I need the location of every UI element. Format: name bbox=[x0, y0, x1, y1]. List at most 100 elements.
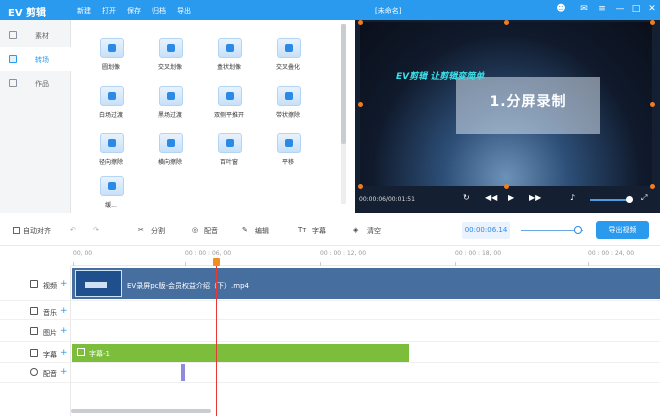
play-icon[interactable]: ▶ bbox=[508, 193, 514, 202]
left-nav: 素材 转场 作品 bbox=[0, 20, 71, 213]
menu-export[interactable]: 导出 bbox=[177, 6, 191, 16]
auto-align-checkbox[interactable] bbox=[13, 227, 20, 234]
transition-thumb-icon bbox=[277, 133, 301, 153]
transition-thumb-icon bbox=[218, 133, 242, 153]
subtitle-clip-icon bbox=[77, 348, 85, 356]
transition-thumb-icon bbox=[159, 38, 183, 58]
clear-button[interactable]: 清空 bbox=[367, 226, 381, 236]
transition-pan[interactable]: 平移 bbox=[258, 117, 318, 166]
menu-open[interactable]: 打开 bbox=[102, 6, 116, 16]
add-image-button[interactable]: + bbox=[60, 326, 68, 336]
prev-frame-icon[interactable]: ◀◀ bbox=[485, 193, 497, 202]
loop-icon[interactable]: ↻ bbox=[463, 193, 470, 202]
undo-icon[interactable]: ↶ bbox=[70, 226, 76, 234]
add-music-button[interactable]: + bbox=[60, 306, 68, 316]
nav-item-assets[interactable]: 素材 bbox=[0, 23, 71, 47]
zoom-knob[interactable] bbox=[574, 226, 582, 234]
track-label-video: 视频 bbox=[43, 282, 57, 290]
preview-title-text: 1.分屏录制 bbox=[489, 94, 567, 110]
split-button[interactable]: 分割 bbox=[151, 226, 165, 236]
preview-brand-text: EV剪辑 让剪辑变简单 bbox=[396, 72, 485, 82]
menu-archive[interactable]: 归档 bbox=[152, 6, 166, 16]
playhead-line[interactable] bbox=[216, 259, 217, 416]
resize-handle[interactable] bbox=[358, 184, 363, 189]
transition-horizontal-wipe[interactable]: 横向擦除 bbox=[140, 117, 200, 166]
menu-icon[interactable]: ≡ bbox=[596, 4, 608, 14]
text-icon[interactable]: Tт bbox=[298, 226, 306, 234]
track-row-music bbox=[0, 301, 660, 320]
subtitle-button[interactable]: 字幕 bbox=[312, 226, 326, 236]
transition-circle-wipe[interactable]: 圆划像 bbox=[81, 22, 141, 71]
ruler-label: 00, 00 bbox=[73, 250, 93, 257]
mic-icon[interactable]: ◎ bbox=[192, 226, 198, 234]
nav-item-works[interactable]: 作品 bbox=[0, 71, 71, 95]
export-video-button[interactable]: 导出视频 bbox=[596, 221, 649, 239]
close-icon[interactable]: ✕ bbox=[646, 4, 658, 14]
scissors-icon[interactable]: ✂ bbox=[138, 226, 144, 234]
timeline-scrollbar[interactable] bbox=[71, 409, 211, 413]
transition-cross-dissolve[interactable]: 交叉叠化 bbox=[258, 22, 318, 71]
resize-handle[interactable] bbox=[650, 20, 655, 25]
folder-icon bbox=[9, 79, 17, 87]
transition-black-fade[interactable]: 黑场过渡 bbox=[140, 70, 200, 119]
transition-split-push[interactable]: 双侧平推开 bbox=[199, 70, 259, 119]
resize-handle[interactable] bbox=[504, 184, 509, 189]
edit-button[interactable]: 编辑 bbox=[255, 226, 269, 236]
mail-icon[interactable]: ✉ bbox=[578, 4, 590, 14]
maximize-icon[interactable]: □ bbox=[630, 4, 642, 14]
nav-item-label: 素材 bbox=[35, 32, 49, 40]
track-row-image bbox=[0, 320, 660, 342]
next-frame-icon[interactable]: ▶▶ bbox=[529, 193, 541, 202]
subtitle-clip-name: 字幕-1 bbox=[89, 350, 110, 358]
broom-icon[interactable]: ◈ bbox=[353, 226, 358, 234]
transition-thumb-icon bbox=[277, 86, 301, 106]
ruler-label: 00 : 00 : 24, 00 bbox=[588, 250, 635, 257]
transition-label: 百叶窗 bbox=[219, 159, 238, 166]
subtitle-clip[interactable] bbox=[72, 344, 409, 362]
resize-handle[interactable] bbox=[504, 20, 509, 25]
playhead-handle[interactable] bbox=[213, 258, 220, 266]
transition-cross-wipe[interactable]: 交叉划像 bbox=[140, 22, 200, 71]
dub-button[interactable]: 配音 bbox=[204, 226, 218, 236]
mic-icon bbox=[30, 368, 38, 376]
add-subtitle-button[interactable]: + bbox=[60, 348, 68, 358]
transition-label: 横向擦除 bbox=[157, 159, 182, 166]
menu-save[interactable]: 保存 bbox=[127, 6, 141, 16]
redo-icon[interactable]: ↷ bbox=[93, 226, 99, 234]
resize-handle[interactable] bbox=[650, 184, 655, 189]
transition-zoom[interactable]: 缓... bbox=[81, 160, 141, 209]
volume-knob[interactable] bbox=[626, 196, 633, 203]
transition-box-wipe[interactable]: 盒状划像 bbox=[199, 22, 259, 71]
dub-clip[interactable] bbox=[181, 364, 185, 381]
resize-handle[interactable] bbox=[650, 102, 655, 107]
user-icon[interactable]: ☻ bbox=[555, 4, 567, 14]
transition-white-fade[interactable]: 白场过渡 bbox=[81, 70, 141, 119]
transition-thumb-icon bbox=[100, 133, 124, 153]
transition-thumb-icon bbox=[218, 86, 242, 106]
add-video-button[interactable]: + bbox=[60, 279, 68, 289]
transition-radial-wipe[interactable]: 径向擦除 bbox=[81, 117, 141, 166]
window-title: [未命名] bbox=[375, 7, 402, 15]
music-icon bbox=[30, 307, 38, 315]
transition-icon bbox=[9, 55, 17, 63]
auto-align-label: 自动对齐 bbox=[23, 227, 51, 235]
track-label-subtitle: 字幕 bbox=[43, 351, 57, 359]
resize-handle[interactable] bbox=[358, 20, 363, 25]
scrollbar-thumb[interactable] bbox=[341, 24, 346, 144]
transition-label: 缓... bbox=[105, 202, 117, 209]
minimize-icon[interactable]: — bbox=[614, 4, 626, 14]
resize-handle[interactable] bbox=[358, 102, 363, 107]
menu-new[interactable]: 新建 bbox=[77, 6, 91, 16]
add-dub-button[interactable]: + bbox=[60, 367, 68, 377]
effects-scrollbar[interactable] bbox=[341, 24, 346, 204]
transition-blinds[interactable]: 百叶窗 bbox=[199, 117, 259, 166]
pencil-icon[interactable]: ✎ bbox=[242, 226, 248, 234]
nav-item-transitions[interactable]: 转场 bbox=[0, 47, 71, 71]
track-row-dub bbox=[0, 363, 660, 383]
transition-thumb-icon bbox=[100, 38, 124, 58]
volume-icon[interactable]: ♪ bbox=[570, 193, 575, 202]
fullscreen-icon[interactable]: ⤢ bbox=[641, 193, 647, 203]
transition-band-wipe[interactable]: 带状擦除 bbox=[258, 70, 318, 119]
video-icon bbox=[30, 280, 38, 288]
track-label-music: 音乐 bbox=[43, 309, 57, 317]
